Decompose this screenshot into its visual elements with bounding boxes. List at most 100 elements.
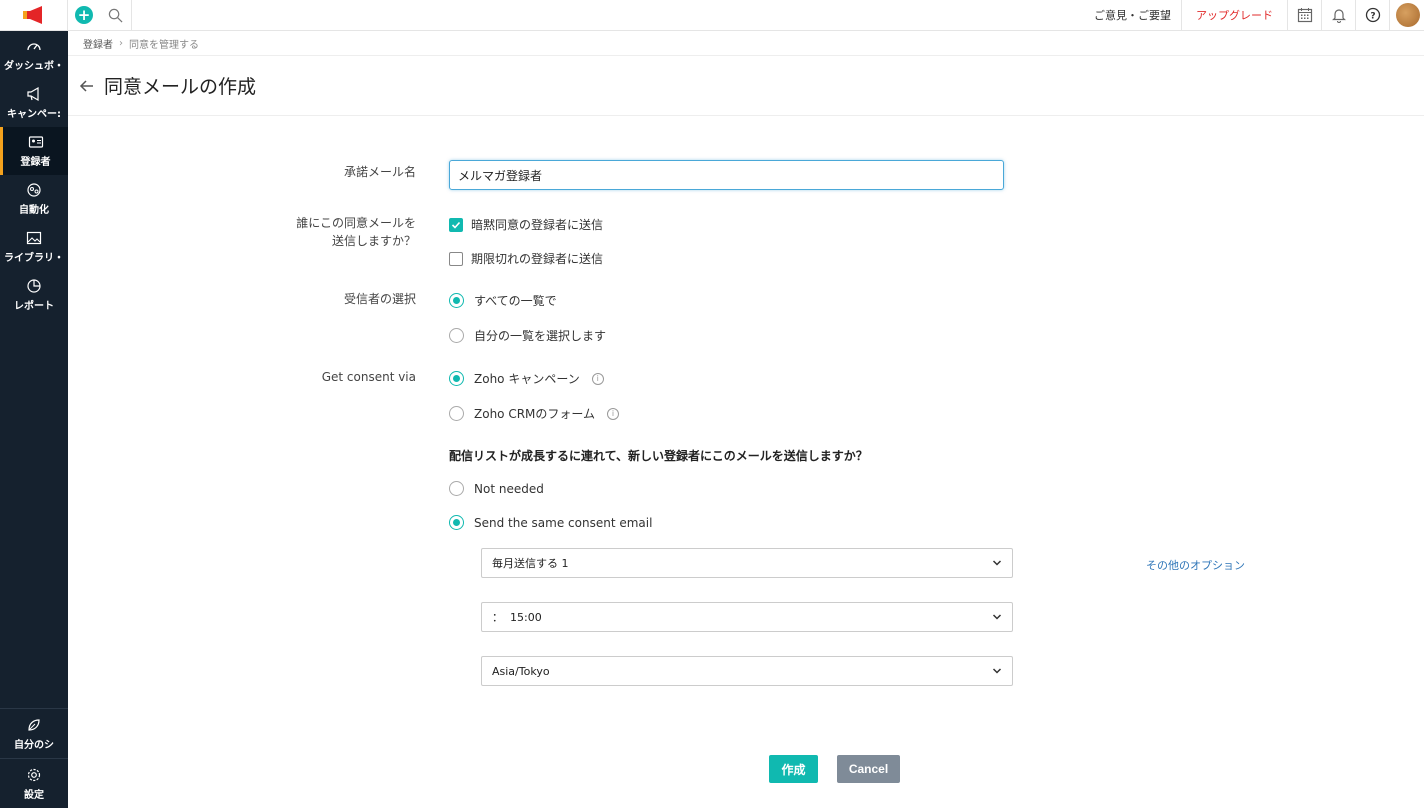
chevron-down-icon (992, 614, 1002, 620)
help-button[interactable]: ? (1355, 0, 1389, 31)
automation-icon (27, 183, 41, 197)
select-value: ： 15:00 (492, 611, 542, 624)
who-label: 誰にこの同意メールを 送信しますか？ (216, 214, 416, 250)
select-value: 毎月送信する 1 (492, 557, 569, 570)
growth-option-send-same[interactable]: Send the same consent email (449, 515, 652, 530)
option-label: 期限切れの登録者に送信 (471, 252, 604, 266)
megaphone-icon (27, 86, 39, 102)
email-name-input[interactable] (449, 160, 1004, 190)
breadcrumb: 登録者 › 同意を管理する (83, 36, 199, 51)
sidebar-item-label: 自動化 (19, 205, 49, 216)
option-label: Not needed (474, 481, 544, 496)
option-label: Zoho CRMのフォーム (474, 407, 596, 421)
consent-option-campaigns[interactable]: Zoho キャンペーン i (449, 370, 604, 387)
top-bar: + ご意見・ご要望 アップグレード ? (68, 0, 1424, 31)
app-root: ダッシュボ・ キャンペー: 登録者 自動化 ライブラリ・ レポート 自分のシ 設… (0, 0, 1424, 808)
frequency-select[interactable]: 毎月送信する 1 (481, 548, 1013, 578)
checkmark-icon (451, 221, 461, 229)
growth-question: 配信リストが成長するに連れて、新しい登録者にこのメールを送信しますか？ (449, 449, 868, 463)
email-name-label: 承諾メール名 (343, 165, 416, 179)
recipients-option-select[interactable]: 自分の一覧を選択します (449, 327, 606, 344)
who-label-line-2: 送信しますか？ (331, 234, 416, 248)
avatar (1396, 3, 1420, 27)
megaphone-logo-icon (22, 6, 42, 24)
info-icon[interactable]: i (591, 372, 604, 385)
notifications-button[interactable] (1321, 0, 1355, 31)
calendar-icon (1297, 8, 1312, 23)
sidebar-item-settings[interactable]: 設定 (0, 758, 68, 808)
info-icon[interactable]: i (607, 407, 620, 420)
page-header: 同意メールの作成 (78, 72, 256, 99)
chevron-down-icon (992, 560, 1002, 566)
option-label: Zoho キャンペーン (474, 372, 580, 386)
option-label: Send the same consent email (474, 515, 653, 530)
radio-unselected[interactable] (449, 481, 464, 496)
upgrade-link[interactable]: アップグレード (1181, 0, 1287, 31)
sidebar-item-campaigns[interactable]: キャンペー: (0, 79, 68, 127)
sidebar-item-library[interactable]: ライブラリ・ (0, 223, 68, 271)
consent-label: Get consent via (321, 370, 416, 384)
divider (68, 115, 1424, 116)
search-button[interactable] (100, 0, 132, 31)
checkbox-checked[interactable] (449, 217, 463, 232)
radio-selected[interactable] (449, 371, 464, 386)
option-label: すべての一覧で (474, 294, 557, 308)
top-bar-right: ご意見・ご要望 アップグレード ? (1084, 0, 1424, 31)
dashboard-icon (27, 43, 41, 51)
cancel-button[interactable]: Cancel (837, 755, 900, 783)
consent-option-crm[interactable]: Zoho CRMのフォーム i (449, 405, 620, 422)
user-menu[interactable] (1389, 0, 1424, 31)
chevron-down-icon (992, 668, 1002, 674)
select-value: Asia/Tokyo (492, 664, 550, 678)
breadcrumb-separator: › (119, 38, 123, 49)
who-option-implied[interactable]: 暗黙同意の登録者に送信 (449, 216, 603, 233)
sidebar-item-label: ライブラリ・ (4, 253, 64, 264)
sidebar-item-dashboard[interactable]: ダッシュボ・ (0, 31, 68, 79)
option-label: 暗黙同意の登録者に送信 (471, 218, 604, 232)
radio-unselected[interactable] (449, 406, 464, 421)
sidebar-item-contacts[interactable]: 登録者 (0, 127, 68, 175)
leaf-icon (28, 718, 40, 731)
growth-option-not-needed[interactable]: Not needed (449, 481, 544, 496)
sidebar-item-label: 設定 (24, 789, 44, 801)
recipients-label: 受信者の選択 (343, 292, 416, 306)
time-select[interactable]: ： 15:00 (481, 602, 1013, 632)
checkbox-unchecked[interactable] (449, 251, 463, 266)
page-title: 同意メールの作成 (104, 76, 257, 98)
radio-selected[interactable] (449, 293, 464, 308)
sidebar: ダッシュボ・ キャンペー: 登録者 自動化 ライブラリ・ レポート 自分のシ 設… (0, 0, 68, 808)
sidebar-item-label: 自分のシ (14, 739, 54, 751)
zoho-campaigns-logo[interactable] (0, 0, 68, 31)
sidebar-item-my-space[interactable]: 自分のシ (0, 708, 68, 758)
sidebar-item-label: レポート (14, 301, 54, 312)
top-bar-left: + (68, 0, 132, 31)
divider (68, 55, 1424, 56)
sidebar-item-label: キャンペー: (7, 109, 61, 120)
who-label-line-1: 誰にこの同意メールを (296, 216, 416, 230)
radio-selected[interactable] (449, 515, 464, 530)
more-options-link[interactable]: その他のオプション (1146, 557, 1245, 573)
sidebar-item-label: ダッシュボ・ (4, 61, 64, 72)
contacts-icon (28, 136, 43, 148)
sidebar-item-automation[interactable]: 自動化 (0, 175, 68, 223)
back-arrow-icon[interactable] (78, 77, 96, 95)
search-icon (108, 8, 123, 22)
breadcrumb-current[interactable]: 同意を管理する (129, 36, 199, 51)
calendar-button[interactable] (1287, 0, 1321, 31)
option-label: 自分の一覧を選択します (474, 329, 607, 343)
create-button[interactable]: 作成 (769, 755, 818, 783)
who-option-expired[interactable]: 期限切れの登録者に送信 (449, 250, 603, 267)
breadcrumb-parent[interactable]: 登録者 (83, 36, 113, 51)
recipients-option-all[interactable]: すべての一覧で (449, 292, 557, 309)
help-icon: ? (1365, 7, 1380, 23)
pie-chart-icon (27, 279, 41, 293)
timezone-select[interactable]: Asia/Tokyo (481, 656, 1013, 686)
svg-text:?: ? (1370, 12, 1375, 22)
radio-unselected[interactable] (449, 328, 464, 343)
sidebar-item-reports[interactable]: レポート (0, 271, 68, 319)
create-new-button[interactable]: + (68, 0, 100, 31)
bell-icon (1331, 9, 1346, 23)
image-icon (26, 231, 42, 245)
feedback-link[interactable]: ご意見・ご要望 (1084, 7, 1181, 23)
sidebar-bottom: 自分のシ 設定 (0, 708, 68, 808)
